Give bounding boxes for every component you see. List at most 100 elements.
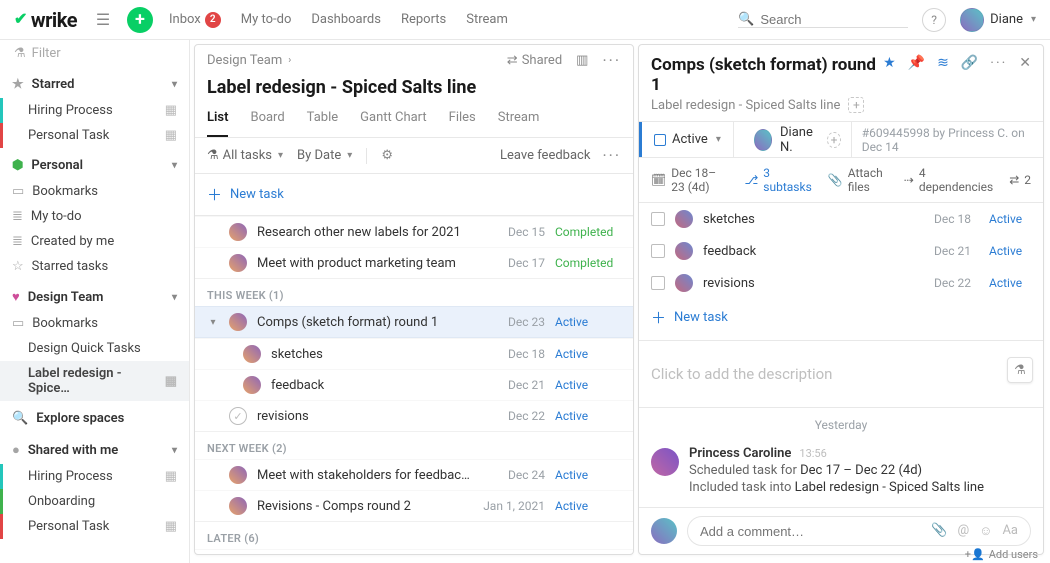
breadcrumb[interactable]: Design Team: [207, 53, 282, 68]
help-button[interactable]: ?: [922, 8, 946, 32]
assignee-avatar: [675, 242, 693, 260]
panel-icon[interactable]: ▥: [576, 53, 588, 68]
sidebar-item-design-quick[interactable]: Design Quick Tasks: [0, 336, 189, 361]
group-shared[interactable]: ●Shared with me ▾: [0, 436, 189, 464]
settings-icon[interactable]: ⚙: [381, 148, 393, 163]
bookmark-icon: ▭: [12, 316, 24, 331]
global-search[interactable]: 🔍: [738, 12, 908, 28]
tab-table[interactable]: Table: [307, 106, 338, 137]
sidebar-item-personal-task[interactable]: Personal Task ▦: [0, 123, 189, 148]
new-task-button[interactable]: ＋ New task: [195, 174, 633, 216]
tab-gantt[interactable]: Gantt Chart: [360, 106, 427, 137]
tab-files[interactable]: Files: [449, 106, 476, 137]
task-title[interactable]: Comps (sketch format) round 1: [651, 55, 883, 95]
bookmark-icon: ▭: [12, 184, 24, 199]
chevron-down-icon: ▾: [347, 150, 352, 161]
more-menu[interactable]: ···: [990, 55, 1007, 71]
add-assignee-button[interactable]: +: [827, 132, 840, 148]
subtask-row[interactable]: sketches Dec 18 Active: [195, 338, 633, 369]
rss-icon[interactable]: ≋: [937, 55, 949, 71]
tab-stream[interactable]: Stream: [498, 106, 540, 137]
attach-files[interactable]: 📎Attach files: [828, 166, 888, 194]
nav-dashboards[interactable]: Dashboards: [311, 12, 381, 27]
chevron-down-icon: ▾: [172, 79, 177, 90]
group-personal[interactable]: ⬢Personal ▾: [0, 152, 189, 179]
sidebar-filter[interactable]: ⚗ Filter: [0, 40, 189, 69]
hamburger-icon[interactable]: ☰: [91, 8, 115, 32]
task-row[interactable]: Meet with stakeholders - feedback on rou…: [195, 549, 633, 554]
dependencies[interactable]: ⇢4 dependencies: [904, 166, 993, 194]
section-next-week: NEXT WEEK (2): [195, 431, 633, 459]
group-explore[interactable]: 🔍Explore spaces: [0, 405, 189, 432]
tab-board[interactable]: Board: [250, 106, 284, 137]
sidebar-item-starredtasks[interactable]: ☆Starred tasks: [0, 254, 189, 279]
add-parent-button[interactable]: +: [848, 97, 864, 113]
group-starred[interactable]: ★Starred ▾: [0, 71, 189, 98]
comment-input[interactable]: [700, 524, 921, 539]
description-placeholder[interactable]: Click to add the description: [639, 341, 1043, 408]
sidebar-item-label-redesign[interactable]: Label redesign - Spice… ▦: [0, 361, 189, 401]
group-design-team[interactable]: ♥Design Team ▾: [0, 283, 189, 311]
assignee-avatar: [675, 274, 693, 292]
subtask-row[interactable]: feedback Dec 21 Active: [639, 235, 1043, 267]
nav-inbox[interactable]: Inbox 2: [169, 12, 221, 28]
sidebar-item-hiring[interactable]: Hiring Process▦: [0, 464, 189, 489]
task-row[interactable]: Meet with stakeholders for feedback on c…: [195, 459, 633, 490]
sort-by-date[interactable]: By Date▾: [297, 148, 352, 163]
link-icon[interactable]: 🔗: [961, 55, 978, 71]
clip-icon[interactable]: 📎: [931, 523, 947, 539]
share-count[interactable]: ⇄2: [1009, 173, 1031, 187]
close-icon[interactable]: ✕: [1019, 55, 1031, 71]
sidebar-item-onboarding[interactable]: Onboarding: [0, 489, 189, 514]
subtask-row[interactable]: sketches Dec 18 Active: [639, 203, 1043, 235]
emoji-icon[interactable]: ☺: [979, 523, 992, 539]
section-this-week: THIS WEEK (1): [195, 278, 633, 306]
subtasks-count[interactable]: ⎇3 subtasks: [744, 166, 811, 194]
filter-all-tasks[interactable]: ⚗All tasks▾: [207, 148, 283, 163]
subtask-checkbox[interactable]: [651, 212, 665, 226]
more-menu[interactable]: ···: [602, 146, 621, 165]
subtask-row[interactable]: feedback Dec 21 Active: [195, 369, 633, 400]
subtask-row[interactable]: revisions Dec 22 Active: [639, 267, 1043, 299]
add-subtask-button[interactable]: ＋ New task: [639, 299, 1043, 341]
sidebar-item-hiring[interactable]: Hiring Process ▦: [0, 98, 189, 123]
subtask-checkbox[interactable]: [651, 276, 665, 290]
chevron-down-icon[interactable]: ▾: [207, 317, 219, 328]
task-row[interactable]: Revisions - Comps round 2 Jan 1, 2021 Ac…: [195, 490, 633, 521]
sidebar-item-bookmarks[interactable]: ▭Bookmarks: [0, 179, 189, 204]
assignee-avatar: [675, 210, 693, 228]
activity-filter-button[interactable]: ⚗: [1007, 357, 1033, 383]
status-selector[interactable]: Active ▾: [639, 122, 734, 157]
nav-stream[interactable]: Stream: [466, 12, 508, 27]
add-users-link[interactable]: +👤 Add users: [965, 548, 1038, 561]
mention-icon[interactable]: @: [957, 523, 969, 539]
assignee-name[interactable]: Diane N.: [780, 125, 819, 155]
user-menu[interactable]: Diane ▾: [960, 8, 1036, 32]
sidebar-item-personal-task[interactable]: Personal Task▦: [0, 514, 189, 539]
create-button[interactable]: +: [127, 7, 153, 33]
nav-reports[interactable]: Reports: [401, 12, 446, 27]
format-icon[interactable]: Aa: [1002, 523, 1018, 539]
comment-field[interactable]: 📎 @ ☺ Aa: [687, 516, 1031, 546]
complete-checkbox[interactable]: ✓: [229, 407, 247, 425]
nav-mytodo[interactable]: My to-do: [241, 12, 292, 27]
task-row[interactable]: Research other new labels for 2021 Dec 1…: [195, 216, 633, 247]
shared-button[interactable]: ⇄Shared: [507, 53, 562, 68]
parent-link[interactable]: Label redesign - Spiced Salts line: [651, 98, 840, 113]
brand-logo[interactable]: ✔ wrike: [14, 8, 77, 32]
feedback-link[interactable]: Leave feedback: [500, 148, 590, 163]
task-row[interactable]: ▾ Comps (sketch format) round 1 Dec 23 A…: [195, 306, 633, 338]
more-menu[interactable]: ···: [602, 51, 621, 70]
subtask-checkbox[interactable]: [651, 244, 665, 258]
sidebar-item-mytodo[interactable]: ≣My to-do: [0, 204, 189, 229]
date-range[interactable]: 🗓Dec 18–23 (4d): [651, 166, 728, 194]
star-icon[interactable]: ★: [883, 55, 896, 71]
subtask-row[interactable]: ✓ revisions Dec 22 Active: [195, 400, 633, 431]
tab-list[interactable]: List: [207, 106, 228, 137]
search-icon: 🔍: [12, 411, 28, 426]
sidebar-item-createdbyme[interactable]: ≣Created by me: [0, 229, 189, 254]
search-input[interactable]: [760, 12, 908, 27]
sidebar-item-bookmarks[interactable]: ▭Bookmarks: [0, 311, 189, 336]
task-row[interactable]: Meet with product marketing team Dec 17 …: [195, 247, 633, 278]
pin-icon[interactable]: 📌: [908, 55, 925, 71]
